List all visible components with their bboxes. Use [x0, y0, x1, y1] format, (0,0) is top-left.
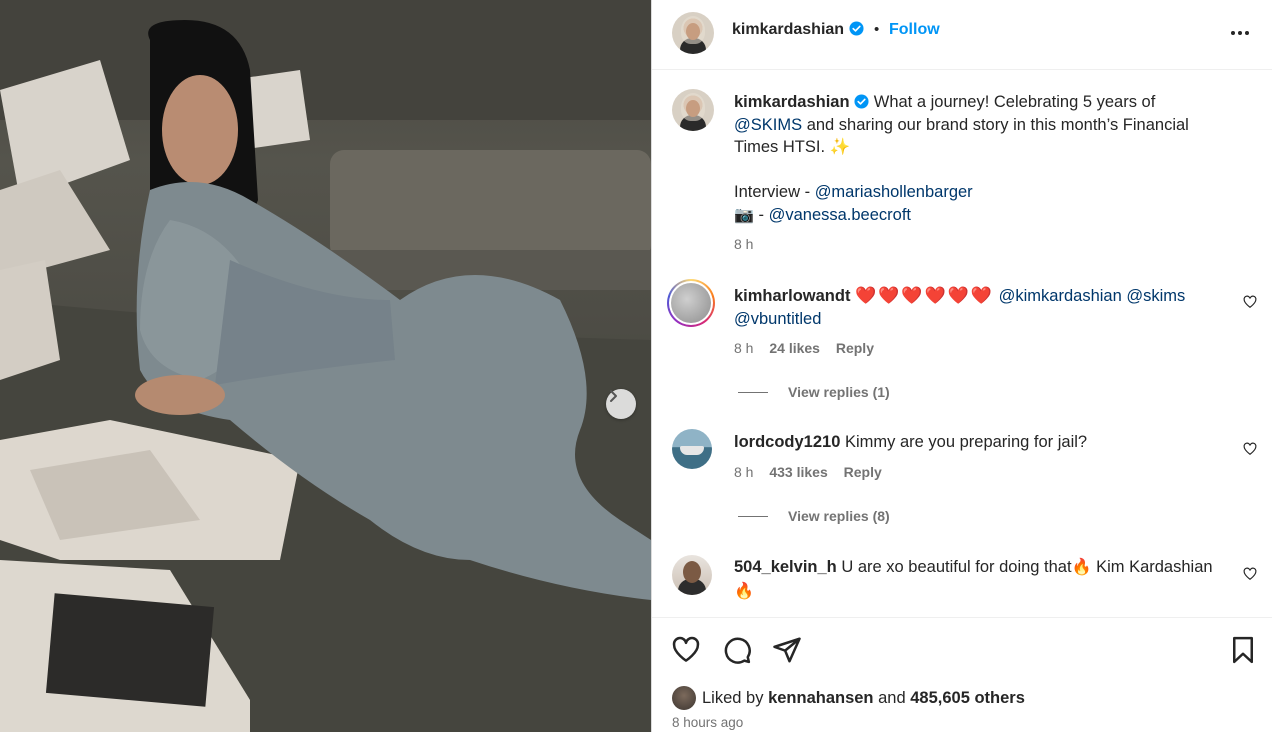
fire-emoji: 🔥	[1071, 559, 1092, 576]
post-actions: Liked by kennahansen and 485,605 others …	[652, 617, 1272, 732]
comment-likes[interactable]: 433 likes	[769, 464, 827, 480]
commenter-avatar-story-ring[interactable]	[667, 279, 715, 327]
comment-username[interactable]: 504_kelvin_h	[734, 558, 837, 576]
mention-kimkardashian[interactable]: @kimkardashian	[999, 287, 1122, 305]
mention-photographer[interactable]: @vanessa.beecroft	[769, 206, 911, 224]
reply-button[interactable]: Reply	[844, 464, 882, 480]
caption-time[interactable]: 8 h	[734, 236, 753, 252]
fire-emoji: 🔥	[734, 582, 754, 600]
bookmark-icon[interactable]	[1228, 635, 1258, 665]
view-replies-label[interactable]: View replies (8)	[788, 508, 890, 524]
caption-text-2: and sharing our brand story in this mont…	[734, 115, 1189, 157]
liker-avatar[interactable]	[672, 686, 696, 710]
comment-username[interactable]: kimharlowandt	[734, 287, 850, 305]
view-replies-button[interactable]: View replies (1)	[738, 384, 890, 400]
caption-username[interactable]: kimkardashian	[734, 93, 850, 111]
view-replies-label[interactable]: View replies (1)	[788, 384, 890, 400]
post-side-panel: kimkardashian • Follow kimkardashian Wha…	[651, 0, 1272, 732]
replies-divider	[738, 515, 768, 517]
liker-username[interactable]: kennahansen	[768, 689, 873, 708]
comment-text: lordcody1210 Kimmy are you preparing for…	[734, 431, 1224, 454]
comment-icon[interactable]	[722, 635, 752, 665]
more-horizontal-icon[interactable]	[1229, 22, 1251, 44]
heart-icon[interactable]	[671, 635, 701, 665]
comment-likes[interactable]: 24 likes	[769, 340, 820, 356]
comment-body: U are xo beautiful for doing that	[841, 558, 1072, 576]
view-replies-button[interactable]: View replies (8)	[738, 508, 890, 524]
liked-by-middle: and	[878, 688, 906, 707]
comment-time[interactable]: 8 h	[734, 340, 753, 356]
caption-text-1: What a journey! Celebrating 5 years of	[873, 93, 1156, 111]
comment-like-heart-icon[interactable]	[1243, 295, 1257, 309]
comment-username[interactable]: lordcody1210	[734, 433, 840, 451]
comment-like-heart-icon[interactable]	[1243, 442, 1257, 456]
caption-meta: 8 h	[734, 236, 765, 252]
verified-badge-icon	[848, 21, 864, 36]
caption-author-avatar[interactable]	[672, 89, 714, 131]
caption-text: kimkardashian What a journey! Celebratin…	[734, 91, 1224, 227]
comment-text: kimharlowandt ❤️❤️❤️❤️❤️❤️ @kimkardashia…	[734, 285, 1224, 330]
liked-by-prefix: Liked by	[702, 688, 764, 707]
hearts-emoji: ❤️❤️❤️❤️❤️❤️	[855, 286, 995, 305]
interview-label: Interview -	[734, 183, 815, 201]
commenter-avatar	[671, 283, 711, 323]
comment-body: Kimmy are you preparing for jail?	[844, 433, 1088, 451]
next-image-button[interactable]	[606, 389, 636, 419]
author-username[interactable]: kimkardashian	[732, 21, 864, 39]
post-timestamp[interactable]: 8 hours ago	[672, 715, 743, 730]
comment-meta: 8 h 24 likes Reply	[734, 340, 886, 356]
comment-like-heart-icon[interactable]	[1243, 567, 1257, 581]
comments-list[interactable]: kimkardashian What a journey! Celebratin…	[652, 71, 1272, 616]
share-icon[interactable]	[772, 635, 802, 665]
mention-skims[interactable]: @SKIMS	[734, 116, 802, 134]
mention-interviewer[interactable]: @mariashollenbarger	[815, 183, 973, 201]
author-avatar[interactable]	[672, 12, 714, 54]
post-header: kimkardashian • Follow	[652, 0, 1272, 70]
likes-summary[interactable]: Liked by kennahansen and 485,605 others	[672, 686, 1025, 710]
post-image[interactable]	[0, 0, 651, 732]
mention-skims[interactable]: @skims	[1126, 287, 1185, 305]
replies-divider	[738, 391, 768, 393]
chevron-right-icon	[610, 390, 617, 402]
author-username-text[interactable]: kimkardashian	[732, 21, 844, 38]
verified-badge-icon	[854, 94, 869, 109]
header-separator: •	[874, 21, 880, 38]
follow-button[interactable]: Follow	[889, 21, 940, 39]
comment-time[interactable]: 8 h	[734, 464, 753, 480]
commenter-avatar[interactable]	[672, 555, 712, 595]
camera-emoji: 📷	[734, 206, 754, 224]
camera-separator: -	[753, 205, 769, 224]
comment-body-2: Kim Kardashian	[1091, 558, 1213, 576]
post-photo-illustration	[0, 0, 651, 732]
reply-button[interactable]: Reply	[836, 340, 874, 356]
mention-vbuntitled[interactable]: @vbuntitled	[734, 310, 821, 328]
likes-count[interactable]: 485,605 others	[910, 689, 1025, 708]
comment-text: 504_kelvin_h U are xo beautiful for doin…	[734, 556, 1224, 603]
commenter-avatar[interactable]	[672, 429, 712, 469]
comment-meta: 8 h 433 likes Reply	[734, 464, 894, 480]
